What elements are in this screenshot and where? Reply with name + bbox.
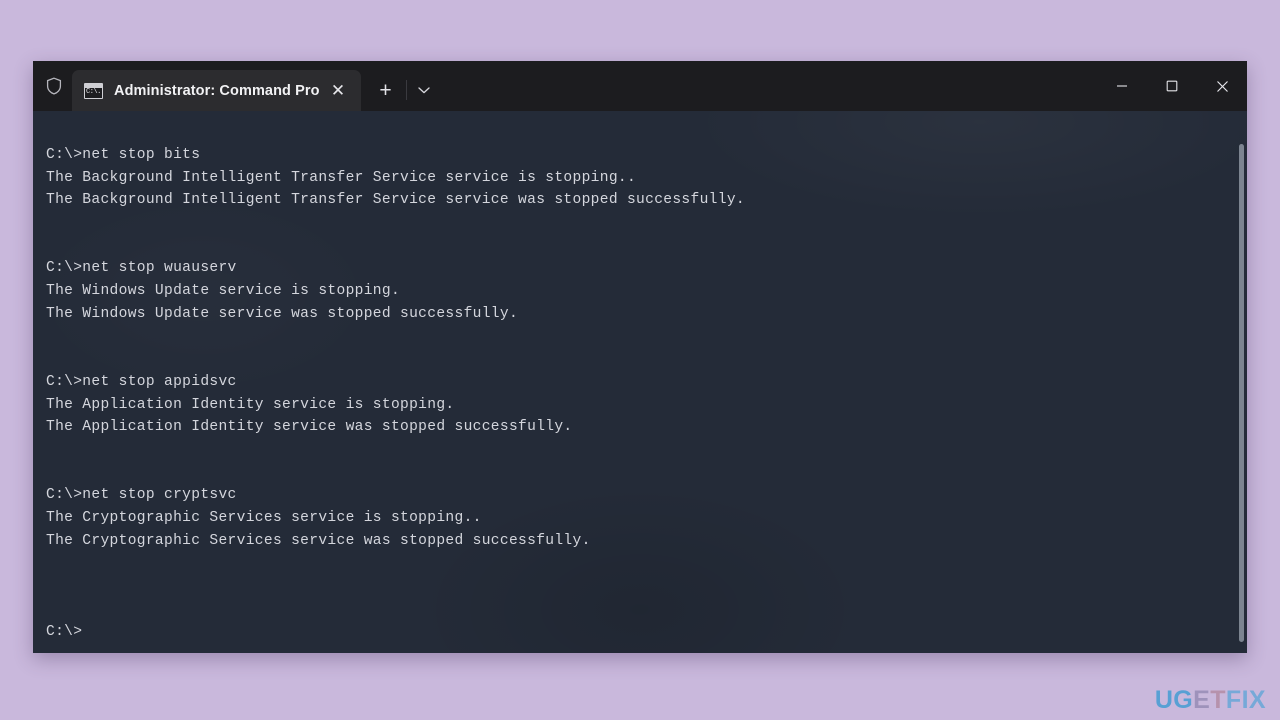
- console-line: C:\>net stop appidsvc: [46, 373, 237, 390]
- screenshot-root: C:\. Administrator: Command Pro ✕ + C:\>…: [0, 0, 1280, 720]
- console-line: The Application Identity service was sto…: [46, 419, 573, 436]
- console-line: C:\>: [46, 623, 83, 640]
- console-text: C:\>net stop bits The Background Intellig…: [33, 111, 1247, 643]
- minimize-button[interactable]: [1097, 61, 1147, 111]
- console-line: The Cryptographic Services service was s…: [46, 532, 591, 549]
- console-line: The Windows Update service is stopping.: [46, 283, 401, 300]
- console-line: C:\>net stop bits: [46, 147, 201, 163]
- shield-icon: [43, 75, 65, 97]
- toolbar-divider: [406, 80, 407, 100]
- terminal-output-area[interactable]: C:\>net stop bits The Background Intellig…: [33, 111, 1247, 653]
- console-line: The Windows Update service was stopped s…: [46, 305, 519, 322]
- window-controls: [1097, 61, 1247, 111]
- new-tab-button[interactable]: +: [371, 76, 400, 104]
- console-line: The Cryptographic Services service is st…: [46, 510, 482, 527]
- watermark-part-fix: FIX: [1225, 686, 1266, 714]
- command-prompt-icon: C:\.: [84, 82, 103, 99]
- console-line: C:\>net stop wuauserv: [46, 260, 237, 277]
- tab-title: Administrator: Command Pro: [114, 82, 320, 99]
- console-line: C:\>net stop cryptsvc: [46, 487, 237, 504]
- watermark-part-t: T: [1210, 686, 1226, 714]
- maximize-button[interactable]: [1147, 61, 1197, 111]
- close-tab-icon[interactable]: ✕: [327, 80, 349, 102]
- console-line: The Background Intelligent Transfer Serv…: [46, 192, 745, 209]
- watermark-part-ug: UG: [1154, 686, 1194, 714]
- console-line: The Background Intelligent Transfer Serv…: [46, 169, 637, 186]
- watermark-part-e: E: [1193, 686, 1211, 714]
- command-prompt-icon-glyph: C:\.: [86, 87, 101, 96]
- terminal-scrollbar[interactable]: [1237, 111, 1245, 653]
- close-button[interactable]: [1197, 61, 1247, 111]
- chevron-down-icon[interactable]: [411, 77, 437, 103]
- terminal-window: C:\. Administrator: Command Pro ✕ + C:\>…: [33, 61, 1247, 653]
- ugetfix-watermark: UG E T FIX: [1155, 688, 1266, 713]
- terminal-scrollbar-thumb[interactable]: [1239, 144, 1244, 642]
- console-line: The Application Identity service is stop…: [46, 396, 455, 413]
- title-bar: C:\. Administrator: Command Pro ✕ +: [33, 61, 1247, 111]
- tab-administrator-command-prompt[interactable]: C:\. Administrator: Command Pro ✕: [72, 70, 361, 111]
